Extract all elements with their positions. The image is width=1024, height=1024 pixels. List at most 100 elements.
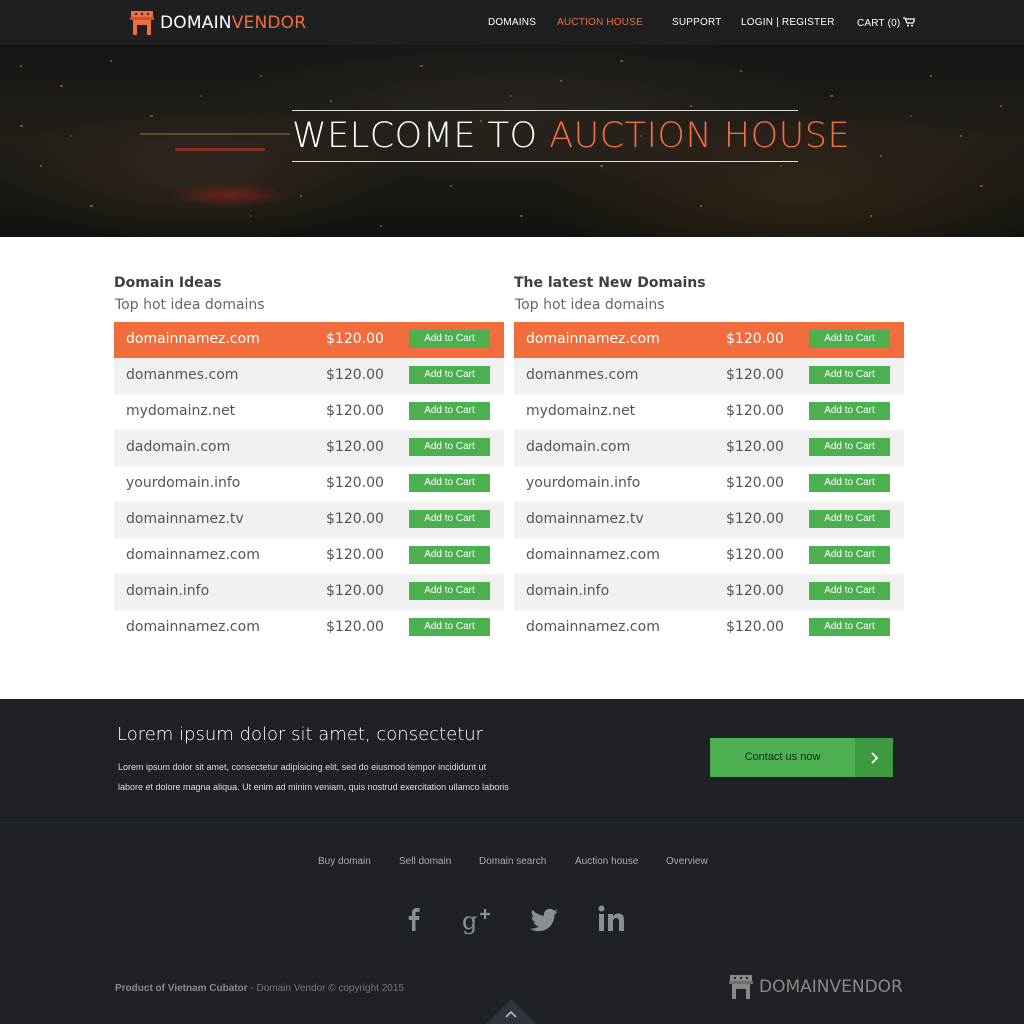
section-subtitle: Top hot idea domains [115, 297, 265, 313]
domain-row: domainnamez.com $120.00 Add to Cart [114, 610, 504, 646]
site-footer: Buy domain Sell domain Domain search Auc… [0, 822, 1024, 1024]
domain-name[interactable]: domainnamez.com [126, 619, 260, 635]
domain-list: domainnamez.com $120.00 Add to Cart domanm… [114, 322, 504, 646]
domain-name[interactable]: dadomain.com [126, 439, 230, 455]
add-to-cart-button[interactable]: Add to Cart [409, 510, 490, 528]
domain-row: domainnamez.com $120.00 Add to Cart [514, 322, 904, 358]
domain-row: yourdomain.info $120.00 Add to Cart [114, 466, 504, 502]
google-plus-icon[interactable]: g [461, 901, 497, 937]
contact-cta-band: Lorem ipsum dolor sit amet, consectetur … [0, 699, 1024, 822]
hero-title: WELCOME TO AUCTION HOUSE [292, 116, 850, 156]
domain-price: $120.00 [726, 331, 784, 347]
hero-bottom-rule [292, 161, 798, 162]
nav-login-register: LOGIN | REGISTER [741, 17, 835, 28]
section-title: Domain Ideas [114, 275, 222, 291]
domain-name[interactable]: domainnamez.tv [126, 511, 244, 527]
domain-name[interactable]: domainnamez.tv [526, 511, 644, 527]
domain-name[interactable]: domainnamez.com [526, 547, 660, 563]
back-to-top-icon[interactable] [485, 999, 537, 1024]
cart-icon [903, 17, 916, 27]
footer-brand-logo[interactable]: DOMAINVENDOR [729, 973, 903, 1001]
add-to-cart-button[interactable]: Add to Cart [409, 438, 490, 456]
add-to-cart-button[interactable]: Add to Cart [809, 438, 890, 456]
domain-price: $120.00 [326, 331, 384, 347]
domain-name[interactable]: domain.info [126, 583, 209, 599]
add-to-cart-button[interactable]: Add to Cart [409, 546, 490, 564]
nav-auction-house[interactable]: AUCTION HOUSE [557, 17, 643, 28]
domain-price: $120.00 [726, 619, 784, 635]
domain-row: domainnamez.com $120.00 Add to Cart [114, 538, 504, 574]
add-to-cart-button[interactable]: Add to Cart [809, 510, 890, 528]
brand-name-white: DOMAIN [160, 13, 232, 33]
domain-name[interactable]: mydomainz.net [526, 403, 635, 419]
domain-row: yourdomain.info $120.00 Add to Cart [514, 466, 904, 502]
domain-row: dadomain.com $120.00 Add to Cart [114, 430, 504, 466]
storefront-icon [729, 975, 753, 999]
section-subtitle: Top hot idea domains [515, 297, 665, 313]
add-to-cart-button[interactable]: Add to Cart [409, 582, 490, 600]
domain-name[interactable]: yourdomain.info [526, 475, 640, 491]
facebook-icon[interactable] [396, 901, 432, 937]
add-to-cart-button[interactable]: Add to Cart [809, 330, 890, 348]
footer-link-buy-domain[interactable]: Buy domain [318, 856, 371, 867]
footer-link-auction-house[interactable]: Auction house [575, 856, 638, 867]
nav-support[interactable]: SUPPORT [672, 17, 722, 28]
add-to-cart-button[interactable]: Add to Cart [809, 474, 890, 492]
section-title: The latest New Domains [514, 275, 706, 291]
add-to-cart-button[interactable]: Add to Cart [809, 546, 890, 564]
footer-link-sell-domain[interactable]: Sell domain [399, 856, 451, 867]
twitter-icon[interactable] [526, 901, 562, 937]
domain-price: $120.00 [326, 583, 384, 599]
domain-price: $120.00 [326, 619, 384, 635]
domain-row: domanmes.com $120.00 Add to Cart [114, 358, 504, 394]
domain-name[interactable]: domanmes.com [126, 367, 238, 383]
domain-price: $120.00 [726, 439, 784, 455]
cart-label: CART (0) [857, 18, 901, 29]
domain-price: $120.00 [326, 367, 384, 383]
add-to-cart-button[interactable]: Add to Cart [409, 474, 490, 492]
domain-price: $120.00 [326, 403, 384, 419]
domain-row: domainnamez.com $120.00 Add to Cart [114, 322, 504, 358]
add-to-cart-button[interactable]: Add to Cart [809, 582, 890, 600]
domain-ideas-section: Domain Ideas Top hot idea domains domain… [114, 275, 504, 646]
add-to-cart-button[interactable]: Add to Cart [809, 618, 890, 636]
add-to-cart-button[interactable]: Add to Cart [809, 366, 890, 384]
domain-row: domainnamez.tv $120.00 Add to Cart [514, 502, 904, 538]
nav-cart[interactable]: CART (0) [857, 17, 916, 29]
domain-price: $120.00 [726, 547, 784, 563]
hero-banner: WELCOME TO AUCTION HOUSE [0, 45, 1024, 237]
hero-title-orange: AUCTION HOUSE [549, 116, 851, 156]
footer-brand-name: DOMAINVENDOR [759, 977, 903, 997]
nav-domains[interactable]: DOMAINS [488, 17, 536, 28]
domain-name[interactable]: mydomainz.net [126, 403, 235, 419]
footer-credit: Product of Vietnam Cubator - Domain Vend… [115, 983, 404, 994]
domain-price: $120.00 [726, 367, 784, 383]
hero-top-rule [292, 110, 798, 111]
domain-name[interactable]: domain.info [526, 583, 609, 599]
domain-name[interactable]: dadomain.com [526, 439, 630, 455]
domain-name[interactable]: domainnamez.com [126, 547, 260, 563]
nav-register[interactable]: REGISTER [782, 17, 835, 28]
add-to-cart-button[interactable]: Add to Cart [409, 402, 490, 420]
add-to-cart-button[interactable]: Add to Cart [409, 366, 490, 384]
add-to-cart-button[interactable]: Add to Cart [409, 330, 490, 348]
brand-logo[interactable]: DOMAINVENDOR [130, 9, 306, 37]
contact-us-button[interactable]: Contact us now [710, 738, 893, 777]
linkedin-icon[interactable] [595, 901, 631, 937]
domain-name[interactable]: domanmes.com [526, 367, 638, 383]
domain-row: domain.info $120.00 Add to Cart [514, 574, 904, 610]
footer-link-overview[interactable]: Overview [666, 856, 708, 867]
domain-name[interactable]: domainnamez.com [526, 619, 660, 635]
domain-row: domainnamez.com $120.00 Add to Cart [514, 538, 904, 574]
cta-title: Lorem ipsum dolor sit amet, consectetur [117, 724, 484, 745]
domain-name[interactable]: domainnamez.com [526, 331, 660, 347]
footer-link-domain-search[interactable]: Domain search [479, 856, 546, 867]
nav-login[interactable]: LOGIN [741, 17, 773, 28]
domain-row: domainnamez.tv $120.00 Add to Cart [114, 502, 504, 538]
brand-name: DOMAINVENDOR [160, 13, 306, 33]
add-to-cart-button[interactable]: Add to Cart [809, 402, 890, 420]
domain-name[interactable]: yourdomain.info [126, 475, 240, 491]
add-to-cart-button[interactable]: Add to Cart [409, 618, 490, 636]
domain-name[interactable]: domainnamez.com [126, 331, 260, 347]
domain-price: $120.00 [326, 511, 384, 527]
